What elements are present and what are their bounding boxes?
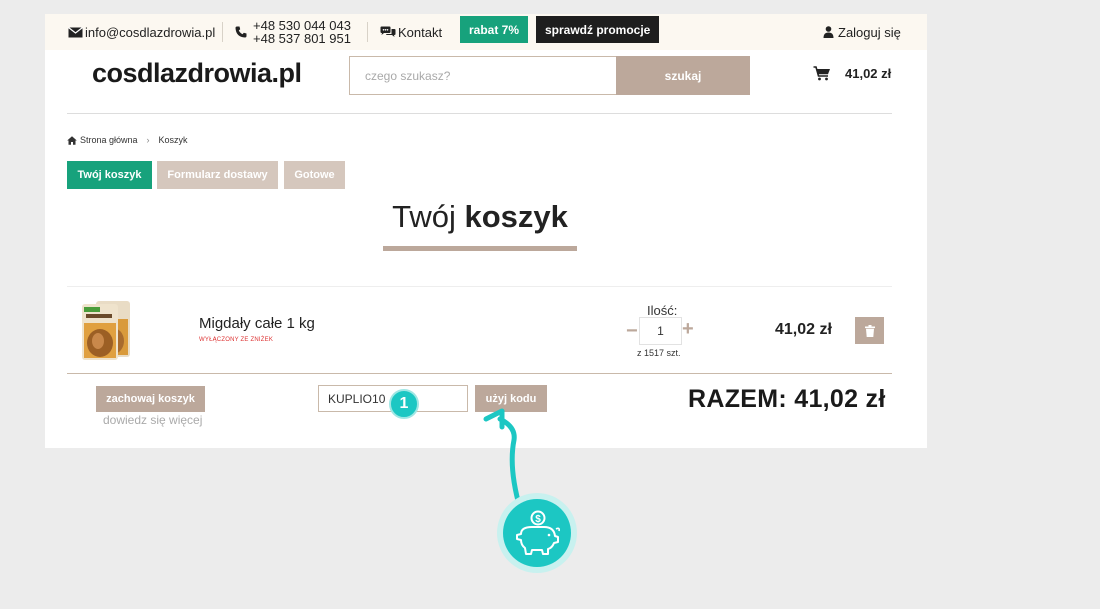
phone-icon bbox=[235, 26, 247, 38]
chat-bubbles-icon bbox=[380, 26, 396, 37]
step-done[interactable]: Gotowe bbox=[284, 161, 345, 189]
breadcrumb: Strona główna › Koszyk bbox=[67, 135, 188, 145]
plus-icon[interactable]: + bbox=[682, 318, 694, 341]
quantity-input[interactable] bbox=[639, 317, 682, 345]
piggy-bank-icon: $ bbox=[503, 499, 571, 567]
login-label: Zaloguj się bbox=[838, 24, 901, 40]
step-cart[interactable]: Twój koszyk bbox=[67, 161, 152, 189]
phone-numbers[interactable]: +48 530 044 043 +48 537 801 951 bbox=[235, 14, 351, 50]
login-link[interactable]: Zaloguj się bbox=[823, 14, 901, 50]
page-title: Twój koszyk bbox=[383, 199, 577, 235]
page-container: info@cosdlazdrowia.pl +48 530 044 043 +4… bbox=[45, 14, 927, 448]
top-info-bar: info@cosdlazdrowia.pl +48 530 044 043 +4… bbox=[45, 14, 927, 50]
header-cart[interactable]: 41,02 zł bbox=[813, 66, 891, 81]
remove-item-button[interactable] bbox=[855, 317, 884, 344]
breadcrumb-home[interactable]: Strona główna bbox=[80, 135, 138, 145]
breadcrumb-current: Koszyk bbox=[158, 135, 188, 145]
product-image[interactable] bbox=[78, 299, 134, 361]
step-delivery-form[interactable]: Formularz dostawy bbox=[157, 161, 278, 189]
header-divider bbox=[67, 113, 892, 114]
product-name[interactable]: Migdały całe 1 kg bbox=[199, 315, 315, 332]
discount-excluded-note: WYŁĄCZONY ZE ZNIŻEK bbox=[199, 337, 274, 343]
phone-2: +48 537 801 951 bbox=[253, 31, 351, 46]
contact-link[interactable]: Kontakt bbox=[380, 14, 442, 50]
email-link[interactable]: info@cosdlazdrowia.pl bbox=[68, 14, 215, 50]
trash-icon bbox=[864, 324, 875, 337]
user-icon bbox=[823, 26, 834, 38]
stock-info: z 1517 szt. bbox=[637, 348, 681, 358]
learn-more-link[interactable]: dowiedz się więcej bbox=[103, 413, 202, 427]
contact-label: Kontakt bbox=[398, 24, 443, 40]
svg-text:$: $ bbox=[535, 514, 541, 525]
quantity-label: Ilość: bbox=[647, 303, 678, 318]
save-cart-button[interactable]: zachowaj koszyk bbox=[96, 386, 205, 412]
search-input[interactable] bbox=[349, 56, 617, 95]
divider bbox=[367, 22, 368, 42]
cart-grand-total: RAZEM: 41,02 zł bbox=[688, 385, 886, 413]
minus-icon[interactable]: − bbox=[626, 320, 638, 343]
title-underline bbox=[383, 246, 577, 251]
cart-icon bbox=[813, 66, 830, 81]
envelope-icon bbox=[68, 26, 83, 37]
chevron-right-icon: › bbox=[146, 135, 150, 145]
cart-total: 41,02 zł bbox=[845, 66, 892, 81]
discount-button[interactable]: rabat 7% bbox=[460, 16, 529, 43]
step-number-badge: 1 bbox=[389, 389, 419, 419]
row-divider bbox=[67, 373, 892, 374]
divider bbox=[222, 22, 223, 42]
home-icon bbox=[67, 135, 77, 145]
promotions-button[interactable]: sprawdź promocje bbox=[536, 16, 660, 43]
search-button[interactable]: szukaj bbox=[616, 56, 750, 95]
product-price: 41,02 zł bbox=[775, 321, 832, 338]
row-divider bbox=[67, 286, 892, 287]
title-bold: koszyk bbox=[464, 199, 568, 234]
title-light: Twój bbox=[392, 199, 456, 234]
site-logo[interactable]: cosdlazdrowia.pl bbox=[92, 58, 302, 89]
email-text: info@cosdlazdrowia.pl bbox=[85, 24, 216, 40]
